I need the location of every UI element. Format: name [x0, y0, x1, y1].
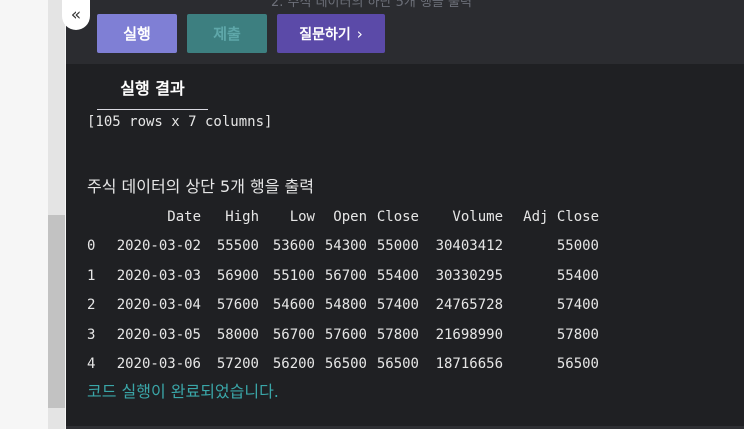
table-cell: 56500	[556, 356, 599, 373]
table-cell: 3	[87, 326, 96, 343]
table-row: 2 2020-03-04 57600 54600 54800 57400 247…	[87, 291, 599, 321]
table-cell: 55000	[556, 238, 599, 255]
table-cell: 53600	[272, 238, 315, 255]
table-cell: 54600	[272, 297, 315, 314]
table-cell: 57200	[216, 356, 259, 373]
submit-button[interactable]: 제출	[187, 14, 267, 53]
table-cell: 54800	[324, 297, 367, 314]
table-cell: 24765728	[435, 297, 503, 314]
double-chevron-left-icon: «	[70, 5, 82, 25]
dataframe-summary: [105 rows x 7 columns]	[87, 114, 273, 130]
tab-run-result[interactable]: 실행 결과	[97, 64, 208, 110]
table-cell: 56700	[324, 267, 367, 284]
table-cell: 57400	[556, 297, 599, 314]
table-cell: 57400	[376, 297, 419, 314]
table-cell: 57600	[324, 326, 367, 343]
table-cell: 56200	[272, 356, 315, 373]
table-row: 0 2020-03-02 55500 53600 54300 55000 304…	[87, 232, 599, 262]
table-cell: 58000	[216, 326, 259, 343]
table-cell: 55100	[272, 267, 315, 284]
table-cell: 56500	[324, 356, 367, 373]
output-caption: 주식 데이터의 상단 5개 행을 출력	[87, 177, 314, 196]
ask-question-button[interactable]: 질문하기 ›	[277, 14, 385, 53]
table-cell: 2	[87, 297, 96, 314]
column-header: High	[225, 208, 259, 225]
table-cell: 2020-03-05	[116, 326, 201, 343]
table-cell: 2020-03-02	[116, 238, 201, 255]
table-row: 1 2020-03-03 56900 55100 56700 55400 303…	[87, 261, 599, 291]
table-cell: 55400	[376, 267, 419, 284]
table-cell: 1	[87, 267, 96, 284]
table-cell: 57800	[556, 326, 599, 343]
table-cell: 30330295	[435, 267, 503, 284]
table-cell: 56900	[216, 267, 259, 284]
execution-status: 코드 실행이 완료되었습니다.	[87, 382, 279, 401]
table-header-row: Date High Low Open Close Volume Adj Clos…	[87, 202, 599, 232]
table-cell: 55400	[556, 267, 599, 284]
column-header: Volume	[452, 208, 503, 225]
problem-title: 2. 주식 데이터의 하단 5개 행을 출력	[271, 0, 472, 10]
column-header: Close	[376, 208, 419, 225]
column-header: Low	[289, 208, 315, 225]
column-header	[87, 202, 97, 232]
chevron-right-icon: ›	[356, 24, 363, 43]
ask-question-label: 질문하기	[299, 26, 351, 43]
column-header: Open	[333, 208, 367, 225]
table-cell: 56500	[376, 356, 419, 373]
table-cell: 57600	[216, 297, 259, 314]
toolbar: 2. 주식 데이터의 하단 5개 행을 출력 실행 제출 질문하기 ›	[66, 0, 744, 64]
table-cell: 21698990	[435, 326, 503, 343]
table-cell: 2020-03-03	[116, 267, 201, 284]
column-header: Date	[167, 208, 201, 225]
table-cell: 4	[87, 356, 96, 373]
table-row: 4 2020-03-06 57200 56200 56500 56500 187…	[87, 350, 599, 380]
table-cell: 56700	[272, 326, 315, 343]
table-row: 3 2020-03-05 58000 56700 57600 57800 216…	[87, 320, 599, 350]
table-cell: 2020-03-04	[116, 297, 201, 314]
table-cell: 54300	[324, 238, 367, 255]
table-cell: 0	[87, 238, 96, 255]
column-header: Adj Close	[523, 208, 599, 225]
table-cell: 57800	[376, 326, 419, 343]
table-cell: 55000	[376, 238, 419, 255]
dataframe-table: Date High Low Open Close Volume Adj Clos…	[87, 202, 599, 379]
table-cell: 55500	[216, 238, 259, 255]
run-button[interactable]: 실행	[97, 14, 177, 53]
table-cell: 18716656	[435, 356, 503, 373]
table-cell: 30403412	[435, 238, 503, 255]
scrollbar-thumb[interactable]	[48, 215, 65, 408]
collapse-sidebar-button[interactable]: «	[62, 0, 90, 30]
table-cell: 2020-03-06	[116, 356, 201, 373]
